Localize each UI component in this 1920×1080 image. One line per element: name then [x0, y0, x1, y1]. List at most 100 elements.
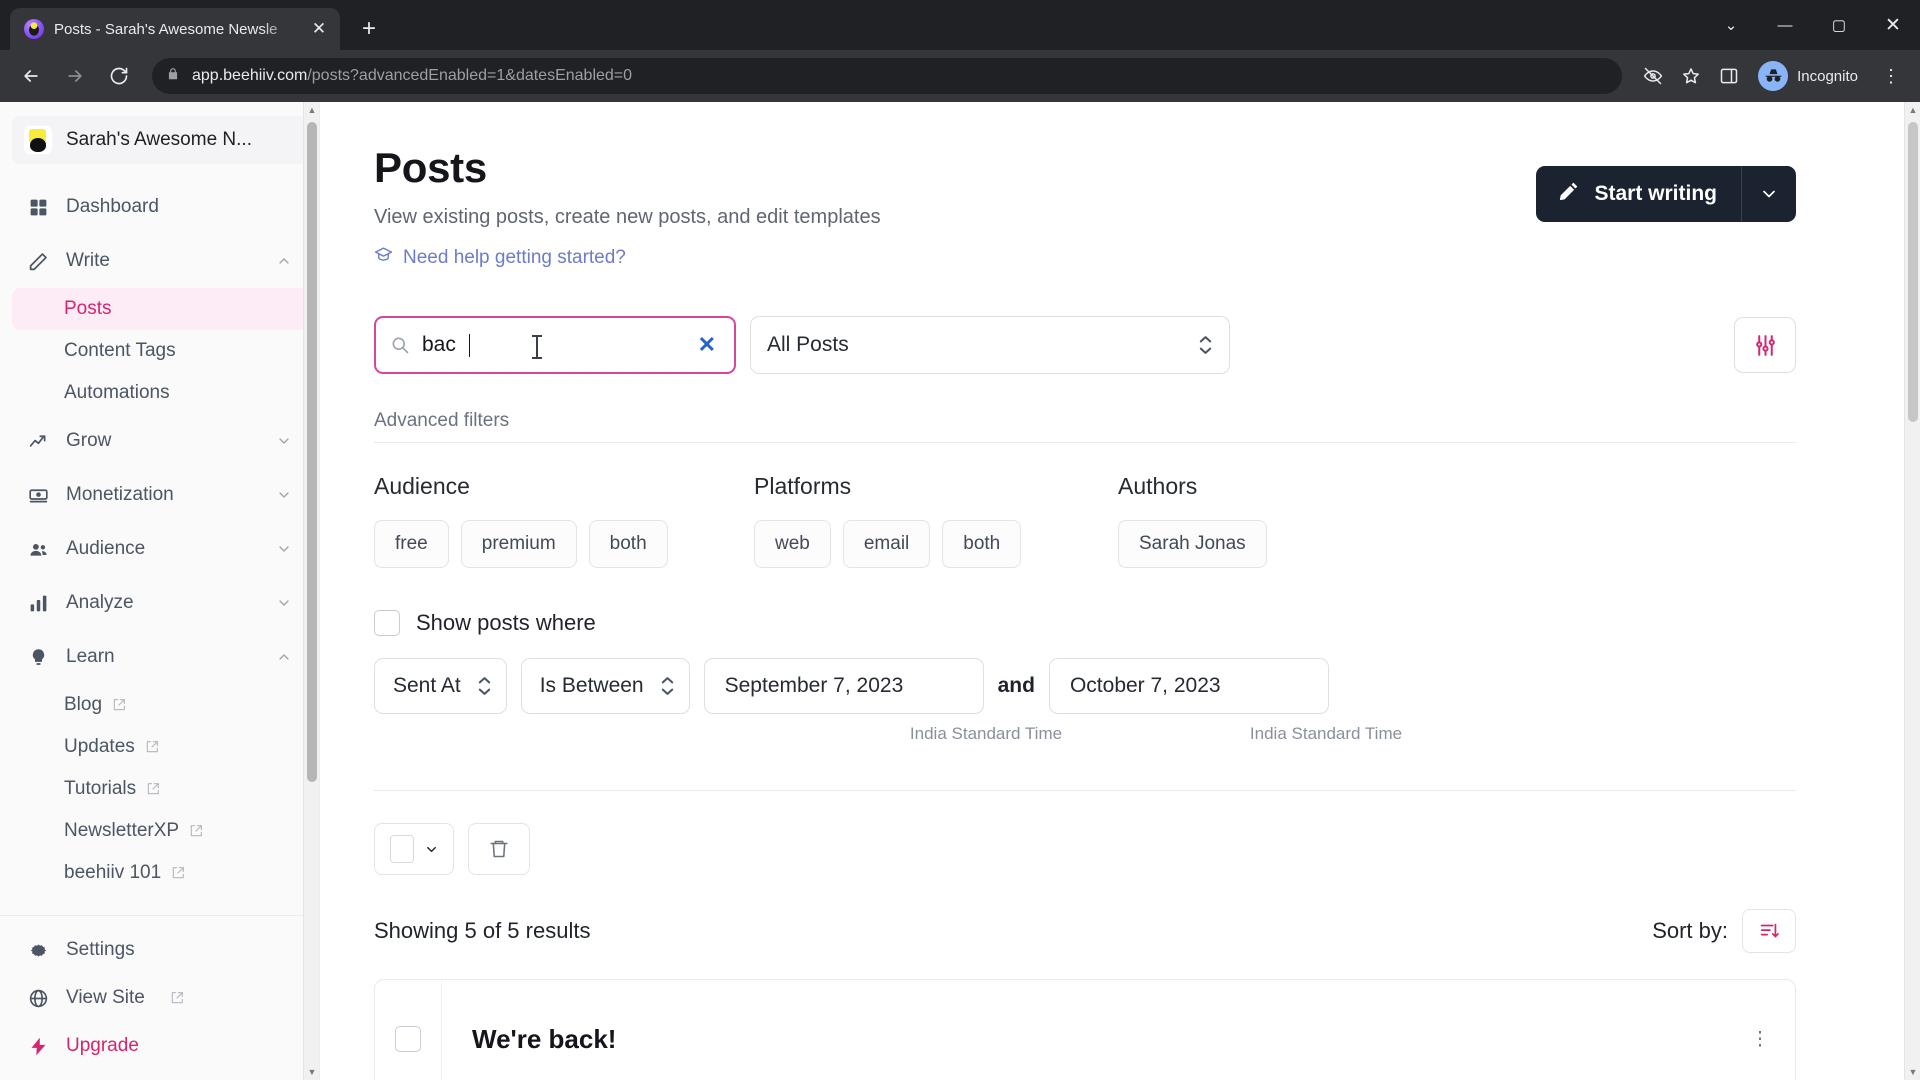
scroll-up-icon[interactable]: ▲ [304, 102, 319, 118]
post-filter-select[interactable]: All Posts [750, 316, 1230, 374]
chip-platform-both[interactable]: both [942, 520, 1022, 568]
start-writing-main[interactable]: Start writing [1536, 166, 1741, 222]
main-scrollbar[interactable]: ▲ ▼ [1904, 102, 1920, 1080]
globe-icon [26, 988, 50, 1009]
stepper-icon[interactable] [477, 676, 492, 696]
grid-icon [26, 197, 50, 218]
sort-label: Sort by: [1652, 918, 1728, 943]
sidebar-item-blog[interactable]: Blog [12, 684, 307, 726]
chip-audience-premium[interactable]: premium [460, 520, 577, 568]
post-menu-icon[interactable]: ⋮ [1725, 1028, 1795, 1051]
sidebar-item-automations[interactable]: Automations [12, 372, 307, 414]
date-operator-select[interactable]: Is Between [520, 658, 690, 714]
scroll-up-icon[interactable]: ▲ [1905, 102, 1920, 118]
incognito-profile-button[interactable]: Incognito [1754, 57, 1870, 95]
sidebar-item-write[interactable]: Write [12, 234, 307, 288]
divider [374, 790, 1796, 791]
chip-platform-web[interactable]: web [754, 520, 831, 568]
close-icon[interactable]: ✕ [308, 18, 330, 40]
bulk-select-dropdown[interactable] [374, 823, 454, 875]
post-list-item[interactable]: We're back! ⋮ [374, 979, 1796, 1080]
bulk-delete-button[interactable] [468, 823, 530, 875]
sidebar-item-posts[interactable]: Posts [12, 288, 307, 330]
filter-group-audience: Audience free premium both [374, 473, 754, 568]
sidebar-sublabel: Posts [64, 298, 112, 319]
sidebar-item-beehiiv-101[interactable]: beehiiv 101 [12, 852, 307, 894]
show-posts-where-checkbox[interactable] [374, 610, 400, 636]
scroll-down-icon[interactable]: ▼ [304, 1064, 319, 1080]
date-end-input[interactable]: October 7, 2023 [1048, 658, 1329, 714]
sidebar-item-tutorials[interactable]: Tutorials [12, 768, 307, 810]
date-field-select[interactable]: Sent At [374, 658, 507, 714]
chevron-up-icon[interactable] [275, 253, 293, 269]
browser-menu-icon[interactable]: ⋮ [1874, 59, 1908, 93]
filter-group-authors: Authors Sarah Jonas [1118, 473, 1267, 568]
chevron-up-icon[interactable] [275, 649, 293, 665]
sidebar-item-updates[interactable]: Updates [12, 726, 307, 768]
result-count: Showing 5 of 5 results [374, 918, 591, 943]
sidebar-item-view-site[interactable]: View Site [12, 974, 307, 1022]
sidebar-item-monetization[interactable]: Monetization [12, 468, 307, 522]
chevron-down-icon[interactable] [275, 487, 293, 503]
workspace-switcher[interactable]: Sarah's Awesome N... [12, 116, 307, 164]
sliders-icon [1755, 334, 1775, 356]
browser-toolbar: app.beehiiv.com/posts?advancedEnabled=1&… [0, 50, 1920, 102]
sidebar-label: Write [66, 250, 110, 271]
sidebar-item-dashboard[interactable]: Dashboard [12, 180, 307, 234]
forward-icon[interactable] [56, 57, 94, 95]
side-panel-icon[interactable] [1712, 59, 1746, 93]
chevron-down-icon[interactable] [275, 541, 293, 557]
address-bar[interactable]: app.beehiiv.com/posts?advancedEnabled=1&… [152, 58, 1623, 94]
date-start-input[interactable]: September 7, 2023 [703, 658, 984, 714]
post-checkbox[interactable] [375, 1026, 441, 1052]
browser-window: Posts - Sarah's Awesome Newsle ✕ + ⌄ — ▢… [0, 0, 1920, 1080]
chip-audience-free[interactable]: free [374, 520, 449, 568]
sidebar-item-analyze[interactable]: Analyze [12, 576, 307, 630]
sort-descending-icon [1760, 923, 1779, 938]
sidebar-item-newsletterxp[interactable]: NewsletterXP [12, 810, 307, 852]
sidebar-item-upgrade[interactable]: Upgrade [12, 1022, 307, 1070]
chip-audience-both[interactable]: both [588, 520, 668, 568]
new-tab-button[interactable]: + [352, 12, 386, 46]
reload-icon[interactable] [100, 57, 138, 95]
maximize-icon[interactable]: ▢ [1812, 0, 1866, 50]
ibeam-cursor [532, 335, 542, 359]
start-writing-dropdown[interactable] [1742, 166, 1796, 222]
post-title: We're back! [472, 1023, 617, 1054]
sort-button[interactable] [1742, 909, 1796, 953]
scroll-down-icon[interactable]: ▼ [1905, 1064, 1920, 1080]
main-scroll-thumb[interactable] [1908, 122, 1918, 422]
chevron-down-icon[interactable] [275, 433, 293, 449]
chevron-down-icon[interactable] [275, 595, 293, 611]
sidebar-sublabel: Automations [64, 382, 170, 403]
search-input[interactable]: bac ✕ [374, 316, 736, 374]
sidebar-item-audience[interactable]: Audience [12, 522, 307, 576]
sidebar-item-content-tags[interactable]: Content Tags [12, 330, 307, 372]
sidebar-scrollbar[interactable]: ▲ ▼ [303, 102, 319, 1080]
sidebar-item-learn[interactable]: Learn [12, 630, 307, 684]
timezone-end: India Standard Time [1249, 724, 1403, 743]
chip-author-sarah-jonas[interactable]: Sarah Jonas [1118, 520, 1267, 568]
cookie-blocked-icon[interactable] [1636, 59, 1670, 93]
chevron-down-icon [426, 846, 436, 852]
checkbox-empty-icon[interactable] [389, 835, 414, 863]
toolbar-actions: Incognito ⋮ [1636, 57, 1908, 95]
filter-toggle-button[interactable] [1734, 317, 1796, 373]
start-writing-button[interactable]: Start writing [1536, 166, 1796, 222]
sidebar-scroll-thumb[interactable] [307, 122, 317, 782]
tab-search-icon[interactable]: ⌄ [1704, 0, 1758, 50]
sidebar-label: Audience [66, 538, 146, 559]
bookmark-star-icon[interactable] [1674, 59, 1708, 93]
window-close-icon[interactable]: ✕ [1866, 0, 1920, 50]
browser-tab[interactable]: Posts - Sarah's Awesome Newsle ✕ [10, 8, 340, 50]
filter-group-title: Audience [374, 473, 470, 499]
back-icon[interactable] [12, 57, 50, 95]
chip-platform-email[interactable]: email [842, 520, 931, 568]
clear-search-icon[interactable]: ✕ [694, 332, 720, 358]
help-link[interactable]: Need help getting started? [374, 245, 881, 270]
sidebar-item-settings[interactable]: Settings [12, 926, 307, 974]
stepper-icon[interactable] [660, 676, 675, 696]
sidebar-item-grow[interactable]: Grow [12, 414, 307, 468]
minimize-icon[interactable]: — [1758, 0, 1812, 50]
stepper-icon[interactable] [1198, 335, 1213, 355]
